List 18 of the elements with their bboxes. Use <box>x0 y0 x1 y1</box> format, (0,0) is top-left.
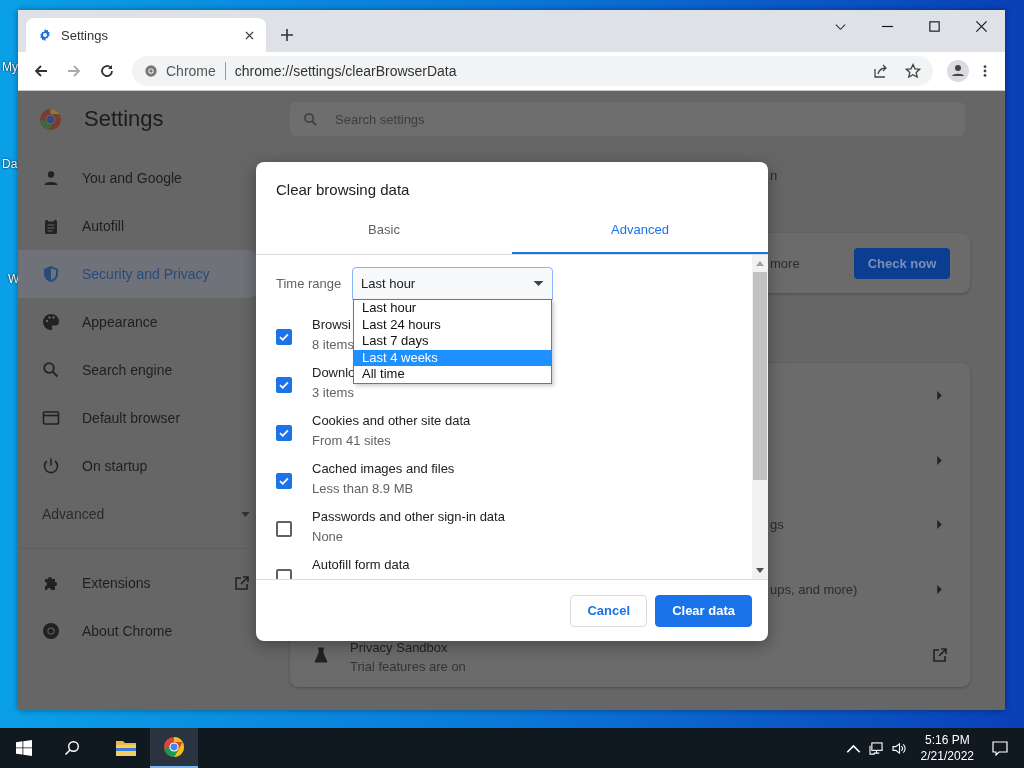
row-text: gs <box>770 517 784 533</box>
row-subtitle: Trial features are on <box>350 658 466 674</box>
dialog-title: Clear browsing data <box>275 180 411 200</box>
item-detail: None <box>312 529 345 544</box>
row-title: Privacy Sandbox <box>350 639 449 655</box>
item-detail: From 41 sites <box>312 433 392 448</box>
page-title: Settings <box>84 106 164 132</box>
time-range-label: Time range <box>276 276 343 291</box>
item-detail: 8 items <box>312 337 354 352</box>
item-label: Browsi <box>312 317 352 332</box>
item-detail: 3 items <box>312 385 355 400</box>
row-text: ups, and more) <box>770 582 858 598</box>
item-label: Cookies and other site data <box>312 413 471 428</box>
item-label: Cached images and files <box>312 461 455 476</box>
safety-check-text: more <box>770 255 800 271</box>
item-label: Passwords and other sign-in data <box>312 509 505 524</box>
item-detail: Less than 8.9 MB <box>312 481 415 496</box>
item-label: Autofill form data <box>312 557 410 572</box>
